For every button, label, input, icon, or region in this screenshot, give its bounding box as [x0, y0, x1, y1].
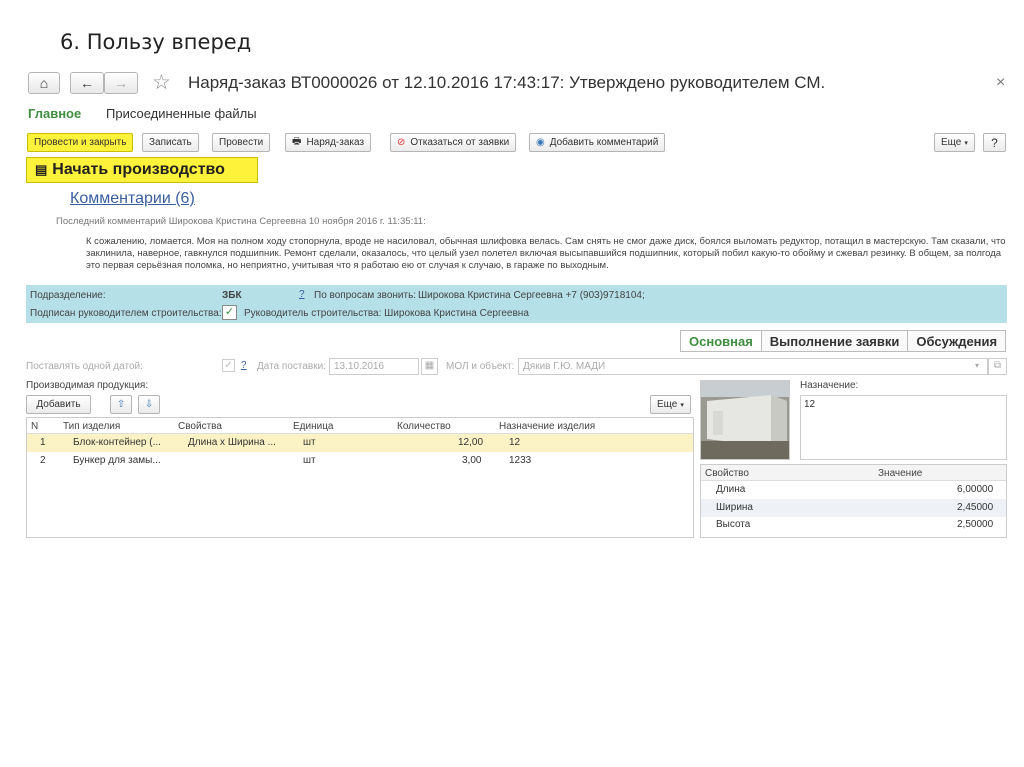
delivery-date-field[interactable]: 13.10.2016: [329, 358, 419, 375]
row1-type: Блок-контейнер (...: [73, 437, 161, 448]
products-more-button[interactable]: Еще ▾: [650, 395, 691, 414]
arrow-down-icon: ⇩: [144, 399, 154, 410]
tab-request-execution[interactable]: Выполнение заявки: [761, 331, 909, 351]
col-n[interactable]: N: [31, 421, 38, 432]
move-up-button[interactable]: ⇧: [110, 395, 132, 414]
comment-text: К сожалению, ломается. Моя на полном ход…: [86, 236, 1006, 271]
add-comment-label: Добавить комментарий: [549, 137, 659, 148]
col-properties[interactable]: Свойства: [178, 421, 222, 432]
row2-purpose: 1233: [509, 455, 532, 466]
save-button[interactable]: Записать: [142, 133, 199, 152]
construction-manager: Руководитель строительства: Широкова Кри…: [244, 308, 529, 319]
prop-height-name: Высота: [716, 519, 751, 530]
signed-checkbox[interactable]: ✓: [222, 305, 237, 320]
slide-title: 6. Пользу вперед: [60, 30, 252, 54]
tab-attached-files[interactable]: Присоединенные файлы: [106, 106, 257, 121]
row1-purpose: 12: [509, 437, 521, 448]
row2-unit: шт: [303, 455, 316, 466]
row1-unit: шт: [303, 437, 316, 448]
close-icon[interactable]: ×: [996, 74, 1005, 92]
prop-length-name: Длина: [716, 484, 746, 495]
printer-icon: 🖶: [292, 136, 302, 147]
home-icon: ⌂: [39, 75, 49, 91]
signed-label: Подписан руководителем строительства:: [30, 308, 222, 319]
add-comment-button[interactable]: ◉ Добавить комментарий: [529, 133, 666, 152]
contact-value: Широкова Кристина Сергеевна +7 (903)9718…: [418, 290, 645, 301]
mol-label: МОЛ и объект:: [446, 361, 515, 372]
comments-link[interactable]: Комментарии (6): [70, 190, 195, 208]
open-icon[interactable]: ⧉: [988, 358, 1007, 375]
work-order-button[interactable]: 🖶 Наряд-заказ: [285, 133, 372, 152]
col-purpose[interactable]: Назначение изделия: [499, 421, 595, 432]
start-production-label: Начать производство: [52, 161, 225, 178]
move-down-button[interactable]: ⇩: [138, 395, 160, 414]
help-button[interactable]: ?: [983, 133, 1006, 152]
last-comment-header: Последний комментарий Широкова Кристина …: [56, 216, 426, 227]
prop-width-name: Ширина: [716, 502, 753, 513]
stop-icon: ⊘: [397, 137, 406, 148]
row1-properties: Длина х Ширина ...: [188, 437, 276, 448]
back-button[interactable]: ←: [70, 72, 104, 94]
prop-height-value: 2,50000: [957, 519, 994, 530]
col-quantity[interactable]: Количество: [397, 421, 451, 432]
col-type[interactable]: Тип изделия: [63, 421, 120, 432]
row2-type: Бункер для замы...: [73, 455, 161, 466]
prop-length-value: 6,00000: [957, 484, 994, 495]
product-photo: [700, 380, 790, 460]
tab-discussions[interactable]: Обсуждения: [908, 331, 1006, 351]
add-button[interactable]: Добавить: [26, 395, 91, 414]
col-value[interactable]: Значение: [878, 468, 922, 479]
mol-field[interactable]: Дякив Г.Ю. МАДИ: [518, 358, 988, 375]
comment-icon: ◉: [536, 137, 545, 148]
products-label: Производимая продукция:: [26, 380, 149, 391]
row2-quantity: 3,00: [462, 455, 482, 466]
purpose-field[interactable]: 12: [800, 395, 1007, 460]
delivery-help-link[interactable]: ?: [241, 360, 247, 371]
post-and-close-button[interactable]: Провести и закрыть: [27, 133, 134, 152]
star-icon[interactable]: ☆: [152, 70, 171, 95]
more-label: Еще: [941, 137, 962, 148]
home-button[interactable]: ⌂: [28, 72, 60, 94]
arrow-up-icon: ⇧: [116, 399, 126, 410]
back-arrow-icon: ←: [80, 75, 94, 91]
department-label: Подразделение:: [30, 290, 106, 301]
purpose-label: Назначение:: [800, 380, 859, 391]
help-link[interactable]: ?: [299, 289, 305, 300]
mol-dropdown-icon[interactable]: ▾: [975, 361, 979, 370]
more-button[interactable]: Еще ▾: [934, 133, 975, 152]
window-title: Наряд-заказ ВТ0000026 от 12.10.2016 17:4…: [188, 73, 826, 92]
right-tabs: Основная Выполнение заявки Обсуждения: [680, 330, 1007, 352]
delivery-date-label: Дата поставки:: [257, 361, 326, 372]
col-unit[interactable]: Единица: [293, 421, 334, 432]
contact-label: По вопросам звонить:: [314, 290, 417, 301]
row1-quantity: 12,00: [458, 437, 484, 448]
products-more-label: Еще: [657, 399, 678, 410]
row2-n: 2: [40, 455, 46, 466]
calendar-icon[interactable]: ▦: [421, 358, 438, 375]
row1-n: 1: [40, 437, 46, 448]
document-icon: ▤: [35, 162, 48, 177]
reject-request-button[interactable]: ⊘ Отказаться от заявки: [390, 133, 517, 152]
post-button[interactable]: Провести: [212, 133, 271, 152]
work-order-label: Наряд-заказ: [306, 137, 365, 148]
reject-label: Отказаться от заявки: [410, 137, 510, 148]
col-property[interactable]: Свойство: [705, 468, 749, 479]
prop-width-value: 2,45000: [957, 502, 994, 513]
one-date-checkbox[interactable]: ✓: [222, 359, 235, 372]
one-date-label: Поставлять одной датой:: [26, 361, 143, 372]
forward-arrow-icon: →: [114, 75, 128, 91]
tab-basic[interactable]: Основная: [681, 331, 762, 351]
forward-button[interactable]: →: [104, 72, 138, 94]
tab-main[interactable]: Главное: [28, 106, 81, 121]
dropdown-arrow-icon: ▾: [680, 401, 684, 409]
start-production-button[interactable]: ▤ Начать производство: [26, 157, 258, 183]
department-value: ЗБК: [222, 290, 242, 301]
dropdown-arrow-icon: ▾: [964, 139, 968, 147]
